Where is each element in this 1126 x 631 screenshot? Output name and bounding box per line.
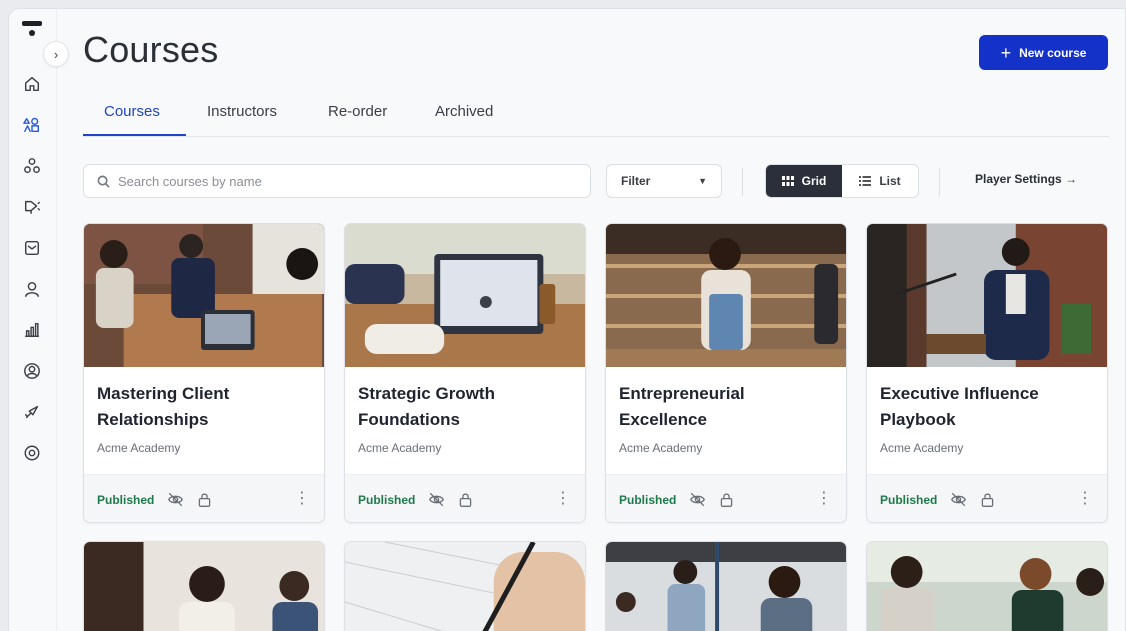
course-thumbnail — [84, 224, 324, 367]
lock-icon[interactable] — [977, 489, 997, 509]
course-title[interactable]: Strategic Growth Foundations — [358, 381, 573, 433]
list-icon — [859, 176, 872, 186]
new-course-label: New course — [1019, 45, 1087, 60]
main-content: Courses + New course Courses Instructors… — [57, 9, 1125, 631]
course-card[interactable] — [344, 541, 586, 631]
eye-off-icon[interactable] — [687, 489, 707, 509]
course-thumbnail — [345, 224, 585, 367]
expand-sidebar-button[interactable]: › — [43, 41, 69, 67]
sidebar — [9, 9, 57, 631]
more-options-icon[interactable]: ⋮ — [816, 491, 832, 507]
status-badge: Published — [880, 493, 938, 507]
search-icon — [97, 175, 110, 188]
course-card[interactable]: Strategic Growth Foundations Acme Academ… — [344, 223, 586, 523]
course-card[interactable]: Entrepreneurial Excellence Acme Academy … — [605, 223, 847, 523]
card-footer: Published ⋮ — [84, 474, 324, 522]
page-title: Courses — [83, 29, 219, 70]
inbox-icon[interactable] — [21, 237, 43, 259]
course-thumbnail — [867, 224, 1107, 367]
status-badge: Published — [619, 493, 677, 507]
caret-down-icon: ▼ — [698, 176, 707, 186]
filter-label: Filter — [621, 174, 651, 188]
course-provider: Acme Academy — [358, 441, 442, 455]
lock-icon[interactable] — [716, 489, 736, 509]
toolbar-divider — [939, 168, 940, 196]
tab-bar: Courses Instructors Re-order Archived — [83, 99, 1109, 137]
grid-icon — [781, 176, 794, 186]
chevron-right-icon: › — [53, 46, 59, 62]
course-thumbnail — [606, 224, 846, 367]
course-card[interactable] — [866, 541, 1108, 631]
tab-courses[interactable]: Courses — [104, 103, 160, 120]
course-provider: Acme Academy — [619, 441, 703, 455]
courses-icon[interactable] — [21, 114, 43, 136]
tab-archived[interactable]: Archived — [435, 103, 493, 120]
grid-view-button[interactable]: Grid — [766, 165, 842, 197]
groups-icon[interactable] — [21, 155, 43, 177]
status-badge: Published — [97, 493, 155, 507]
course-card[interactable]: Mastering Client Relationships Acme Acad… — [83, 223, 325, 523]
lock-icon[interactable] — [455, 489, 475, 509]
course-card[interactable] — [83, 541, 325, 631]
course-provider: Acme Academy — [880, 441, 964, 455]
course-title[interactable]: Executive Influence Playbook — [880, 381, 1095, 433]
tab-re-order[interactable]: Re-order — [328, 103, 387, 120]
settings-icon[interactable] — [21, 442, 43, 464]
course-provider: Acme Academy — [97, 441, 181, 455]
marketing-icon[interactable] — [21, 196, 43, 218]
user-icon[interactable] — [21, 278, 43, 300]
tab-instructors[interactable]: Instructors — [207, 103, 277, 120]
eye-off-icon[interactable] — [165, 489, 185, 509]
course-title[interactable]: Entrepreneurial Excellence — [619, 381, 834, 433]
eye-off-icon[interactable] — [948, 489, 968, 509]
home-icon[interactable] — [21, 73, 43, 95]
profile-icon[interactable] — [21, 360, 43, 382]
more-options-icon[interactable]: ⋮ — [555, 491, 571, 507]
search-box — [83, 164, 591, 198]
card-footer: Published ⋮ — [345, 474, 585, 522]
player-settings-link[interactable]: Player Settings → — [975, 172, 1077, 186]
lock-icon[interactable] — [194, 489, 214, 509]
course-card[interactable]: Executive Influence Playbook Acme Academ… — [866, 223, 1108, 523]
list-label: List — [879, 174, 901, 188]
card-footer: Published ⋮ — [867, 474, 1107, 522]
list-view-button[interactable]: List — [842, 165, 918, 197]
grid-label: Grid — [801, 174, 827, 188]
toolbar-divider — [742, 168, 743, 196]
active-tab-indicator — [83, 134, 186, 136]
course-card[interactable] — [605, 541, 847, 631]
brand-logo[interactable] — [22, 21, 42, 41]
toolbar: Filter ▼ Grid List Player Settings → — [83, 164, 1109, 200]
launch-icon[interactable] — [21, 401, 43, 423]
card-footer: Published ⋮ — [606, 474, 846, 522]
app-window: › Courses + New course Courses Instructo… — [8, 8, 1126, 631]
eye-off-icon[interactable] — [426, 489, 446, 509]
course-title[interactable]: Mastering Client Relationships — [97, 381, 312, 433]
view-toggle: Grid List — [765, 164, 919, 198]
new-course-button[interactable]: + New course — [979, 35, 1108, 70]
search-input[interactable] — [118, 173, 558, 189]
filter-dropdown[interactable]: Filter ▼ — [606, 164, 722, 198]
course-thumbnail — [84, 542, 324, 631]
more-options-icon[interactable]: ⋮ — [1077, 491, 1093, 507]
course-thumbnail — [606, 542, 846, 631]
status-badge: Published — [358, 493, 416, 507]
course-thumbnail — [345, 542, 585, 631]
more-options-icon[interactable]: ⋮ — [294, 491, 310, 507]
plus-icon: + — [1000, 42, 1012, 63]
course-thumbnail — [867, 542, 1107, 631]
analytics-icon[interactable] — [21, 319, 43, 341]
